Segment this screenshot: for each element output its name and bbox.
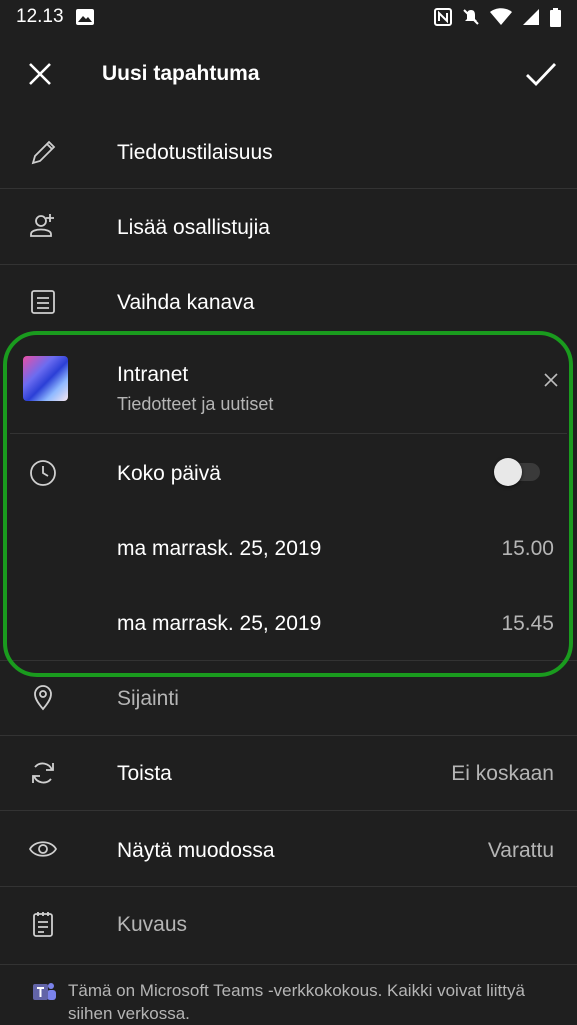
mute-icon <box>462 8 480 26</box>
all-day-label: Koko päivä <box>117 462 221 485</box>
eye-icon <box>28 834 58 864</box>
start-time[interactable]: 15.00 <box>501 537 554 561</box>
show-as-value: Varattu <box>487 839 554 862</box>
all-day-row: Koko päivä <box>0 434 577 512</box>
channel-subtitle: Tiedotteet ja uutiset <box>117 394 274 414</box>
end-datetime-row: ma marrask. 25, 2019 15.45 <box>0 586 577 660</box>
app-bar: Uusi tapahtuma <box>0 34 577 116</box>
show-as-row[interactable]: Näytä muodossa Varattu <box>0 811 577 886</box>
change-channel-label: Vaihda kanava <box>117 291 255 314</box>
channel-list-icon <box>28 287 58 317</box>
end-time[interactable]: 15.45 <box>501 612 554 636</box>
teams-meeting-text: Tämä on Microsoft Teams -verkkokokous. K… <box>68 981 525 1023</box>
add-person-icon <box>28 211 58 241</box>
event-type-label: Tiedotustilaisuus <box>117 141 273 164</box>
show-as-label: Näytä muodossa <box>117 839 275 862</box>
start-datetime-row: ma marrask. 25, 2019 15.00 <box>0 512 577 586</box>
all-day-toggle[interactable] <box>494 458 522 486</box>
save-check-icon[interactable] <box>524 60 558 90</box>
page-title: Uusi tapahtuma <box>102 62 260 85</box>
location-pin-icon <box>28 682 58 712</box>
notes-icon <box>28 909 58 939</box>
channel-name: Intranet <box>117 363 189 386</box>
event-type-row[interactable]: Tiedotustilaisuus <box>0 116 577 188</box>
selected-channel-row: Intranet Tiedotteet ja uutiset <box>0 337 577 433</box>
location-row[interactable]: Sijainti <box>0 661 577 735</box>
change-channel-row[interactable]: Vaihda kanava <box>0 265 577 337</box>
remove-channel-icon[interactable] <box>543 372 559 388</box>
signal-icon <box>522 8 540 26</box>
add-participants-label: Lisää osallistujia <box>117 216 270 239</box>
battery-icon <box>550 7 561 27</box>
close-icon[interactable] <box>26 60 54 88</box>
status-time: 12.13 <box>16 6 64 27</box>
wifi-icon <box>490 8 512 26</box>
repeat-row[interactable]: Toista Ei koskaan <box>0 736 577 810</box>
start-date[interactable]: ma marrask. 25, 2019 <box>117 537 321 561</box>
end-date[interactable]: ma marrask. 25, 2019 <box>117 612 321 636</box>
location-input: Sijainti <box>117 687 179 710</box>
repeat-icon <box>28 758 58 788</box>
teams-meeting-note: Tämä on Microsoft Teams -verkkokokous. K… <box>0 964 577 1024</box>
image-icon <box>75 9 94 25</box>
nfc-icon <box>434 8 452 26</box>
teams-icon <box>33 981 57 1003</box>
status-bar: 12.13 <box>0 0 577 34</box>
pencil-icon <box>28 138 58 168</box>
description-input: Kuvaus <box>117 913 188 936</box>
clock-icon <box>28 458 58 488</box>
add-participants-row[interactable]: Lisää osallistujia <box>0 189 577 264</box>
repeat-label: Toista <box>117 762 172 785</box>
description-row[interactable]: Kuvaus <box>0 887 577 963</box>
repeat-value: Ei koskaan <box>451 762 554 785</box>
